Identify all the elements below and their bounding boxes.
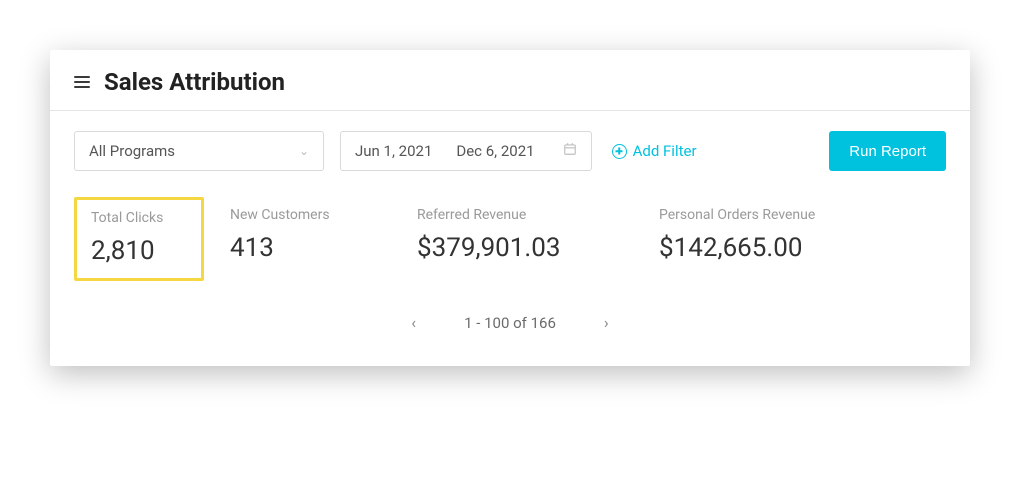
metric-label: Referred Revenue xyxy=(417,207,617,223)
metric-value: $379,901.03 xyxy=(417,233,617,263)
pagination-prev-button[interactable]: ‹ xyxy=(403,309,424,336)
metric-value: 2,810 xyxy=(91,236,185,266)
metric-value: 413 xyxy=(230,233,375,263)
plus-circle-icon xyxy=(612,144,627,159)
filter-controls: All Programs ⌄ Jun 1, 2021 Dec 6, 2021 A… xyxy=(50,111,970,187)
metric-referred-revenue: Referred Revenue $379,901.03 xyxy=(403,197,633,281)
metric-label: Total Clicks xyxy=(91,210,185,226)
calendar-icon xyxy=(563,142,577,160)
page-title: Sales Attribution xyxy=(104,68,285,96)
date-end: Dec 6, 2021 xyxy=(456,142,534,160)
metric-new-customers: New Customers 413 xyxy=(216,197,391,281)
date-range-picker[interactable]: Jun 1, 2021 Dec 6, 2021 xyxy=(340,131,592,171)
metric-value: $142,665.00 xyxy=(659,233,869,263)
metric-total-clicks: Total Clicks 2,810 xyxy=(74,197,204,281)
date-start: Jun 1, 2021 xyxy=(355,142,432,160)
sales-attribution-card: Sales Attribution All Programs ⌄ Jun 1, … xyxy=(50,50,970,366)
header: Sales Attribution xyxy=(50,50,970,111)
program-select-value: All Programs xyxy=(89,142,175,160)
pagination-next-button[interactable]: › xyxy=(596,309,617,336)
chevron-down-icon: ⌄ xyxy=(299,144,309,158)
metrics-row: Total Clicks 2,810 New Customers 413 Ref… xyxy=(50,187,970,309)
program-select[interactable]: All Programs ⌄ xyxy=(74,131,324,171)
menu-icon[interactable] xyxy=(74,76,90,88)
metric-personal-orders-revenue: Personal Orders Revenue $142,665.00 xyxy=(645,197,885,281)
add-filter-button[interactable]: Add Filter xyxy=(612,142,697,160)
pagination-range: 1 - 100 of 166 xyxy=(464,314,556,332)
metric-label: Personal Orders Revenue xyxy=(659,207,869,223)
pagination: ‹ 1 - 100 of 166 › xyxy=(50,309,970,366)
metric-label: New Customers xyxy=(230,207,375,223)
run-report-button[interactable]: Run Report xyxy=(829,131,946,171)
add-filter-label: Add Filter xyxy=(633,142,697,160)
